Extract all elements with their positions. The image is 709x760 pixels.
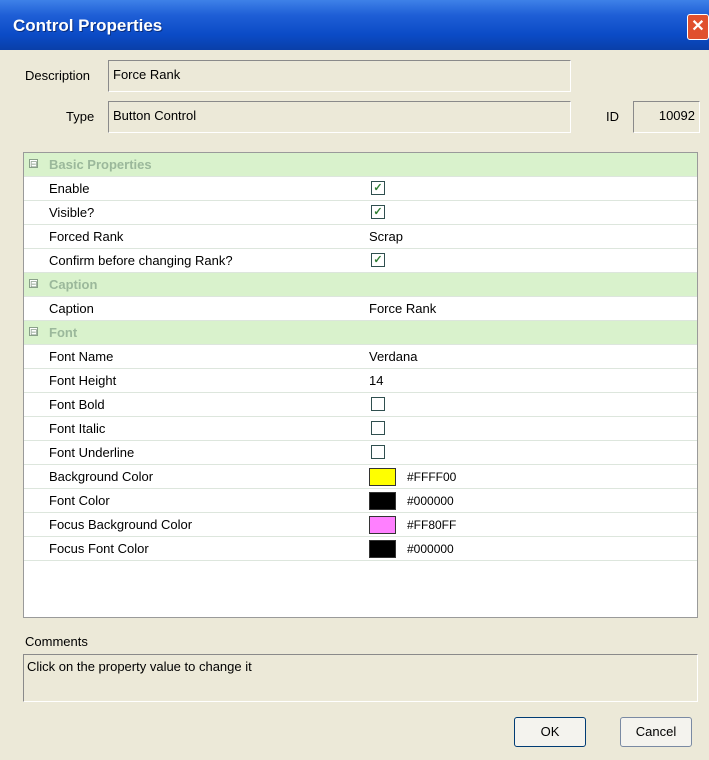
property-name: Font Italic: [49, 421, 106, 436]
control-properties-dialog: Control Properties ✕ Description Force R…: [0, 0, 709, 760]
id-value: 10092: [658, 108, 695, 123]
property-name: Forced Rank: [49, 229, 124, 244]
color-swatch[interactable]: [369, 492, 396, 510]
category-label: Basic Properties: [49, 157, 152, 172]
collapse-icon[interactable]: ⊟: [29, 279, 38, 289]
caption-value[interactable]: Force Rank: [369, 301, 436, 316]
comments-label: Comments: [25, 634, 88, 649]
property-name: Font Color: [49, 493, 110, 508]
description-label: Description: [25, 68, 91, 83]
property-name: Visible?: [49, 205, 95, 220]
property-row-forced-rank[interactable]: Forced Rank Scrap: [24, 225, 697, 249]
property-name: Confirm before changing Rank?: [49, 253, 233, 268]
property-name: Font Name: [49, 349, 114, 364]
category-label: Caption: [49, 277, 98, 292]
close-button[interactable]: ✕: [687, 14, 709, 40]
category-font[interactable]: ⊟ Font: [24, 321, 697, 345]
color-swatch[interactable]: [369, 468, 396, 486]
property-name: Font Underline: [49, 445, 135, 460]
color-hex-value: #000000: [407, 542, 454, 556]
cancel-button[interactable]: Cancel: [620, 717, 692, 747]
color-hex-value: #FFFF00: [407, 470, 457, 484]
property-name: Font Height: [49, 373, 117, 388]
description-value: Force Rank: [113, 67, 181, 82]
category-basic-properties[interactable]: ⊟ Basic Properties: [24, 153, 697, 177]
collapse-icon[interactable]: ⊟: [29, 327, 38, 337]
type-field: Button Control: [108, 101, 571, 133]
property-name: Focus Font Color: [49, 541, 149, 556]
property-grid[interactable]: ⊟ Basic Properties Enable ✓ Visible? ✓ F…: [23, 152, 698, 618]
property-row-font-bold[interactable]: Font Bold: [24, 393, 697, 417]
id-label: ID: [606, 109, 619, 124]
window-title: Control Properties: [13, 16, 163, 35]
property-name: Caption: [49, 301, 94, 316]
property-name: Background Color: [49, 469, 154, 484]
property-name: Enable: [49, 181, 90, 196]
font-name-value[interactable]: Verdana: [369, 349, 417, 364]
color-hex-value: #000000: [407, 494, 454, 508]
property-row-enable[interactable]: Enable ✓: [24, 177, 697, 201]
type-value: Button Control: [113, 108, 197, 123]
ok-label: OK: [540, 724, 560, 739]
property-row-caption[interactable]: Caption Force Rank: [24, 297, 697, 321]
cancel-label: Cancel: [635, 724, 677, 739]
visible-checkbox[interactable]: ✓: [371, 205, 385, 219]
property-row-visible[interactable]: Visible? ✓: [24, 201, 697, 225]
property-name: Focus Background Color: [49, 517, 193, 532]
property-row-focus-background-color[interactable]: Focus Background Color #FF80FF: [24, 513, 697, 537]
font-underline-checkbox[interactable]: [371, 445, 385, 459]
property-row-background-color[interactable]: Background Color #FFFF00: [24, 465, 697, 489]
property-row-focus-font-color[interactable]: Focus Font Color #000000: [24, 537, 697, 561]
property-row-font-color[interactable]: Font Color #000000: [24, 489, 697, 513]
collapse-icon[interactable]: ⊟: [29, 159, 38, 169]
confirm-checkbox[interactable]: ✓: [371, 253, 385, 267]
comments-text: Click on the property value to change it: [27, 659, 252, 674]
font-bold-checkbox[interactable]: [371, 397, 385, 411]
font-height-value[interactable]: 14: [369, 373, 383, 388]
enable-checkbox[interactable]: ✓: [371, 181, 385, 195]
type-label: Type: [66, 109, 95, 124]
forced-rank-value[interactable]: Scrap: [369, 229, 403, 244]
font-italic-checkbox[interactable]: [371, 421, 385, 435]
color-hex-value: #FF80FF: [407, 518, 457, 532]
category-label: Font: [49, 325, 78, 340]
id-field: 10092: [633, 101, 700, 133]
comments-box: Click on the property value to change it: [23, 654, 698, 702]
color-swatch[interactable]: [369, 516, 396, 534]
property-row-font-underline[interactable]: Font Underline: [24, 441, 697, 465]
title-bar[interactable]: Control Properties ✕: [0, 0, 709, 50]
category-caption[interactable]: ⊟ Caption: [24, 273, 697, 297]
color-swatch[interactable]: [369, 540, 396, 558]
property-row-font-name[interactable]: Font Name Verdana: [24, 345, 697, 369]
description-input[interactable]: Force Rank: [108, 60, 571, 92]
property-row-confirm[interactable]: Confirm before changing Rank? ✓: [24, 249, 697, 273]
ok-button[interactable]: OK: [514, 717, 586, 747]
property-row-font-italic[interactable]: Font Italic: [24, 417, 697, 441]
property-name: Font Bold: [49, 397, 105, 412]
property-row-font-height[interactable]: Font Height 14: [24, 369, 697, 393]
close-icon: ✕: [691, 18, 705, 35]
